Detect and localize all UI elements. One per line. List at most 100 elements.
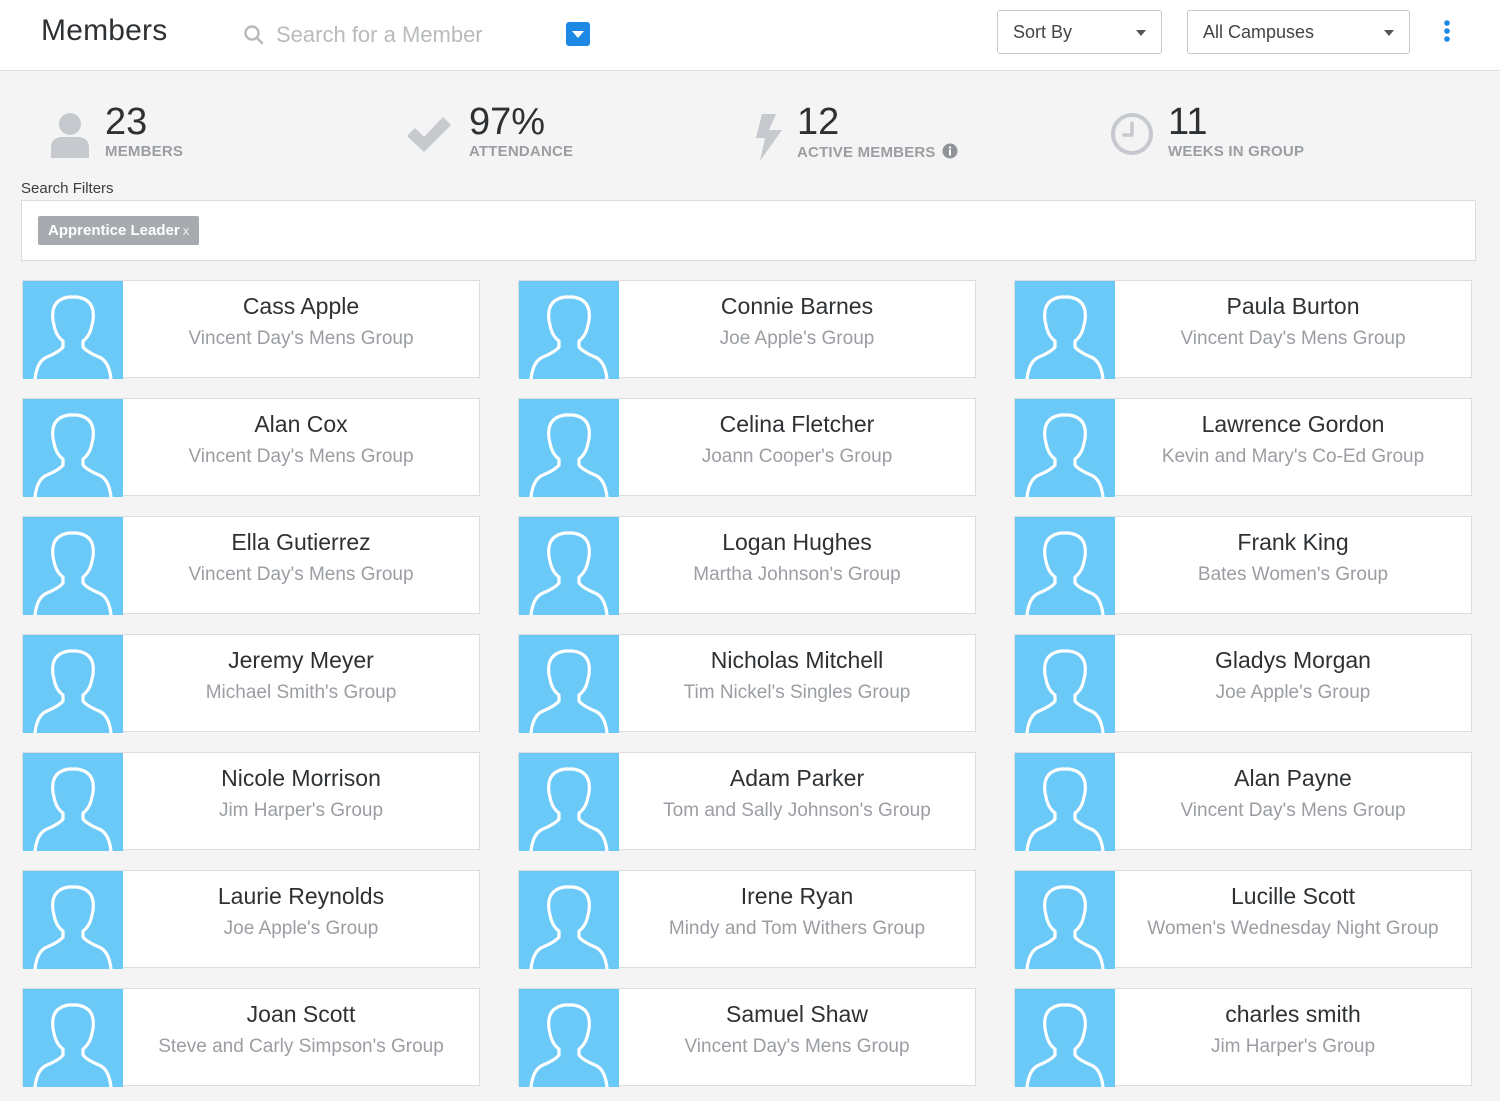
member-card[interactable]: charles smith Jim Harper's Group xyxy=(1014,988,1472,1087)
member-card[interactable]: Jeremy Meyer Michael Smith's Group xyxy=(22,634,480,733)
stat-active-members: 12 ACTIVE MEMBERS xyxy=(752,100,992,166)
avatar xyxy=(23,635,123,733)
avatar-placeholder-icon xyxy=(33,885,113,969)
member-card[interactable]: Gladys Morgan Joe Apple's Group xyxy=(1014,634,1472,733)
sort-by-label: Sort By xyxy=(1013,22,1073,42)
member-info: Irene Ryan Mindy and Tom Withers Group xyxy=(619,871,975,967)
avatar-placeholder-icon xyxy=(529,531,609,615)
member-card[interactable]: Celina Fletcher Joann Cooper's Group xyxy=(518,398,976,497)
member-card[interactable]: Samuel Shaw Vincent Day's Mens Group xyxy=(518,988,976,1087)
member-card[interactable]: Lucille Scott Women's Wednesday Night Gr… xyxy=(1014,870,1472,969)
member-name: Connie Barnes xyxy=(720,293,874,319)
member-card[interactable]: Alan Cox Vincent Day's Mens Group xyxy=(22,398,480,497)
member-info: charles smith Jim Harper's Group xyxy=(1115,989,1471,1085)
avatar xyxy=(23,871,123,969)
avatar xyxy=(1015,635,1115,733)
search-icon xyxy=(242,23,266,47)
avatar xyxy=(1015,281,1115,379)
member-name: Frank King xyxy=(1237,529,1349,555)
member-card[interactable]: Frank King Bates Women's Group xyxy=(1014,516,1472,615)
member-group: Steve and Carly Simpson's Group xyxy=(158,1036,444,1057)
member-name: Adam Parker xyxy=(729,765,865,791)
member-info: Frank King Bates Women's Group xyxy=(1115,517,1471,613)
avatar-placeholder-icon xyxy=(33,531,113,615)
avatar-placeholder-icon xyxy=(33,1003,113,1087)
avatar-placeholder-icon xyxy=(1025,649,1105,733)
avatar-placeholder-icon xyxy=(1025,1003,1105,1087)
member-info: Alan Payne Vincent Day's Mens Group xyxy=(1115,753,1471,849)
search-options-button[interactable] xyxy=(566,22,590,46)
stat-weeks-caption: WEEKS IN GROUP xyxy=(1168,143,1305,160)
avatar-placeholder-icon xyxy=(529,413,609,497)
member-info: Laurie Reynolds Joe Apple's Group xyxy=(123,871,479,967)
member-card[interactable]: Alan Payne Vincent Day's Mens Group xyxy=(1014,752,1472,851)
member-name: Lucille Scott xyxy=(1230,883,1355,909)
member-info: Lucille Scott Women's Wednesday Night Gr… xyxy=(1115,871,1471,967)
info-icon[interactable] xyxy=(942,143,958,159)
member-group: Jim Harper's Group xyxy=(218,800,384,821)
member-name: Nicole Morrison xyxy=(221,765,381,791)
member-group: Women's Wednesday Night Group xyxy=(1147,918,1439,939)
member-name: Samuel Shaw xyxy=(726,1001,868,1027)
member-card[interactable]: Nicholas Mitchell Tim Nickel's Singles G… xyxy=(518,634,976,733)
avatar-placeholder-icon xyxy=(529,649,609,733)
member-info: Logan Hughes Martha Johnson's Group xyxy=(619,517,975,613)
avatar xyxy=(519,753,619,851)
filter-chip[interactable]: Apprentice Leader x xyxy=(38,216,200,245)
member-group: Tim Nickel's Singles Group xyxy=(683,682,911,703)
avatar-placeholder-icon xyxy=(33,413,113,497)
search-filters-box[interactable]: Apprentice Leader x xyxy=(21,200,1476,261)
lightning-icon xyxy=(752,112,786,167)
avatar-placeholder-icon xyxy=(529,1003,609,1087)
avatar-placeholder-icon xyxy=(33,767,113,851)
member-card[interactable]: Paula Burton Vincent Day's Mens Group xyxy=(1014,280,1472,379)
member-group: Martha Johnson's Group xyxy=(693,564,901,585)
member-group: Bates Women's Group xyxy=(1197,564,1389,585)
campus-select[interactable]: All Campuses xyxy=(1187,10,1410,54)
member-name: Cass Apple xyxy=(242,293,360,319)
avatar-placeholder-icon xyxy=(1025,413,1105,497)
member-card[interactable]: Laurie Reynolds Joe Apple's Group xyxy=(22,870,480,969)
filter-chip-remove-icon[interactable]: x xyxy=(183,223,190,238)
sort-by-select[interactable]: Sort By xyxy=(997,10,1162,54)
member-card[interactable]: Cass Apple Vincent Day's Mens Group xyxy=(22,280,480,379)
member-card[interactable]: Connie Barnes Joe Apple's Group xyxy=(518,280,976,379)
avatar-placeholder-icon xyxy=(33,649,113,733)
avatar-placeholder-icon xyxy=(529,767,609,851)
avatar-placeholder-icon xyxy=(1025,531,1105,615)
member-name: Lawrence Gordon xyxy=(1201,411,1385,437)
stat-attendance-value: 97% xyxy=(469,101,546,143)
avatar xyxy=(1015,871,1115,969)
avatar xyxy=(519,281,619,379)
member-info: Paula Burton Vincent Day's Mens Group xyxy=(1115,281,1471,377)
stat-attendance: 97% ATTENDANCE xyxy=(405,100,625,166)
page-title: Members xyxy=(41,14,168,47)
avatar xyxy=(1015,753,1115,851)
member-name: Gladys Morgan xyxy=(1215,647,1371,673)
stat-members-caption: MEMBERS xyxy=(105,143,184,160)
member-card[interactable]: Lawrence Gordon Kevin and Mary's Co-Ed G… xyxy=(1014,398,1472,497)
member-group: Vincent Day's Mens Group xyxy=(1180,328,1406,349)
member-info: Ella Gutierrez Vincent Day's Mens Group xyxy=(123,517,479,613)
member-card[interactable]: Adam Parker Tom and Sally Johnson's Grou… xyxy=(518,752,976,851)
member-info: Jeremy Meyer Michael Smith's Group xyxy=(123,635,479,731)
member-card[interactable]: Logan Hughes Martha Johnson's Group xyxy=(518,516,976,615)
person-icon xyxy=(48,110,92,165)
stat-weeks-value: 11 xyxy=(1168,101,1208,143)
caret-down-icon xyxy=(1384,30,1394,36)
member-card[interactable]: Nicole Morrison Jim Harper's Group xyxy=(22,752,480,851)
member-name: Logan Hughes xyxy=(722,529,872,555)
member-group: Tom and Sally Johnson's Group xyxy=(663,800,931,821)
member-card[interactable]: Ella Gutierrez Vincent Day's Mens Group xyxy=(22,516,480,615)
member-name: charles smith xyxy=(1225,1001,1361,1027)
avatar xyxy=(23,989,123,1087)
member-info: Joan Scott Steve and Carly Simpson's Gro… xyxy=(123,989,479,1085)
member-info: Lawrence Gordon Kevin and Mary's Co-Ed G… xyxy=(1115,399,1471,495)
member-group: Vincent Day's Mens Group xyxy=(188,446,414,467)
member-card[interactable]: Irene Ryan Mindy and Tom Withers Group xyxy=(518,870,976,969)
member-card[interactable]: Joan Scott Steve and Carly Simpson's Gro… xyxy=(22,988,480,1087)
search-input[interactable] xyxy=(274,18,558,52)
more-options-icon[interactable] xyxy=(1438,18,1456,46)
member-info: Adam Parker Tom and Sally Johnson's Grou… xyxy=(619,753,975,849)
avatar xyxy=(23,399,123,497)
